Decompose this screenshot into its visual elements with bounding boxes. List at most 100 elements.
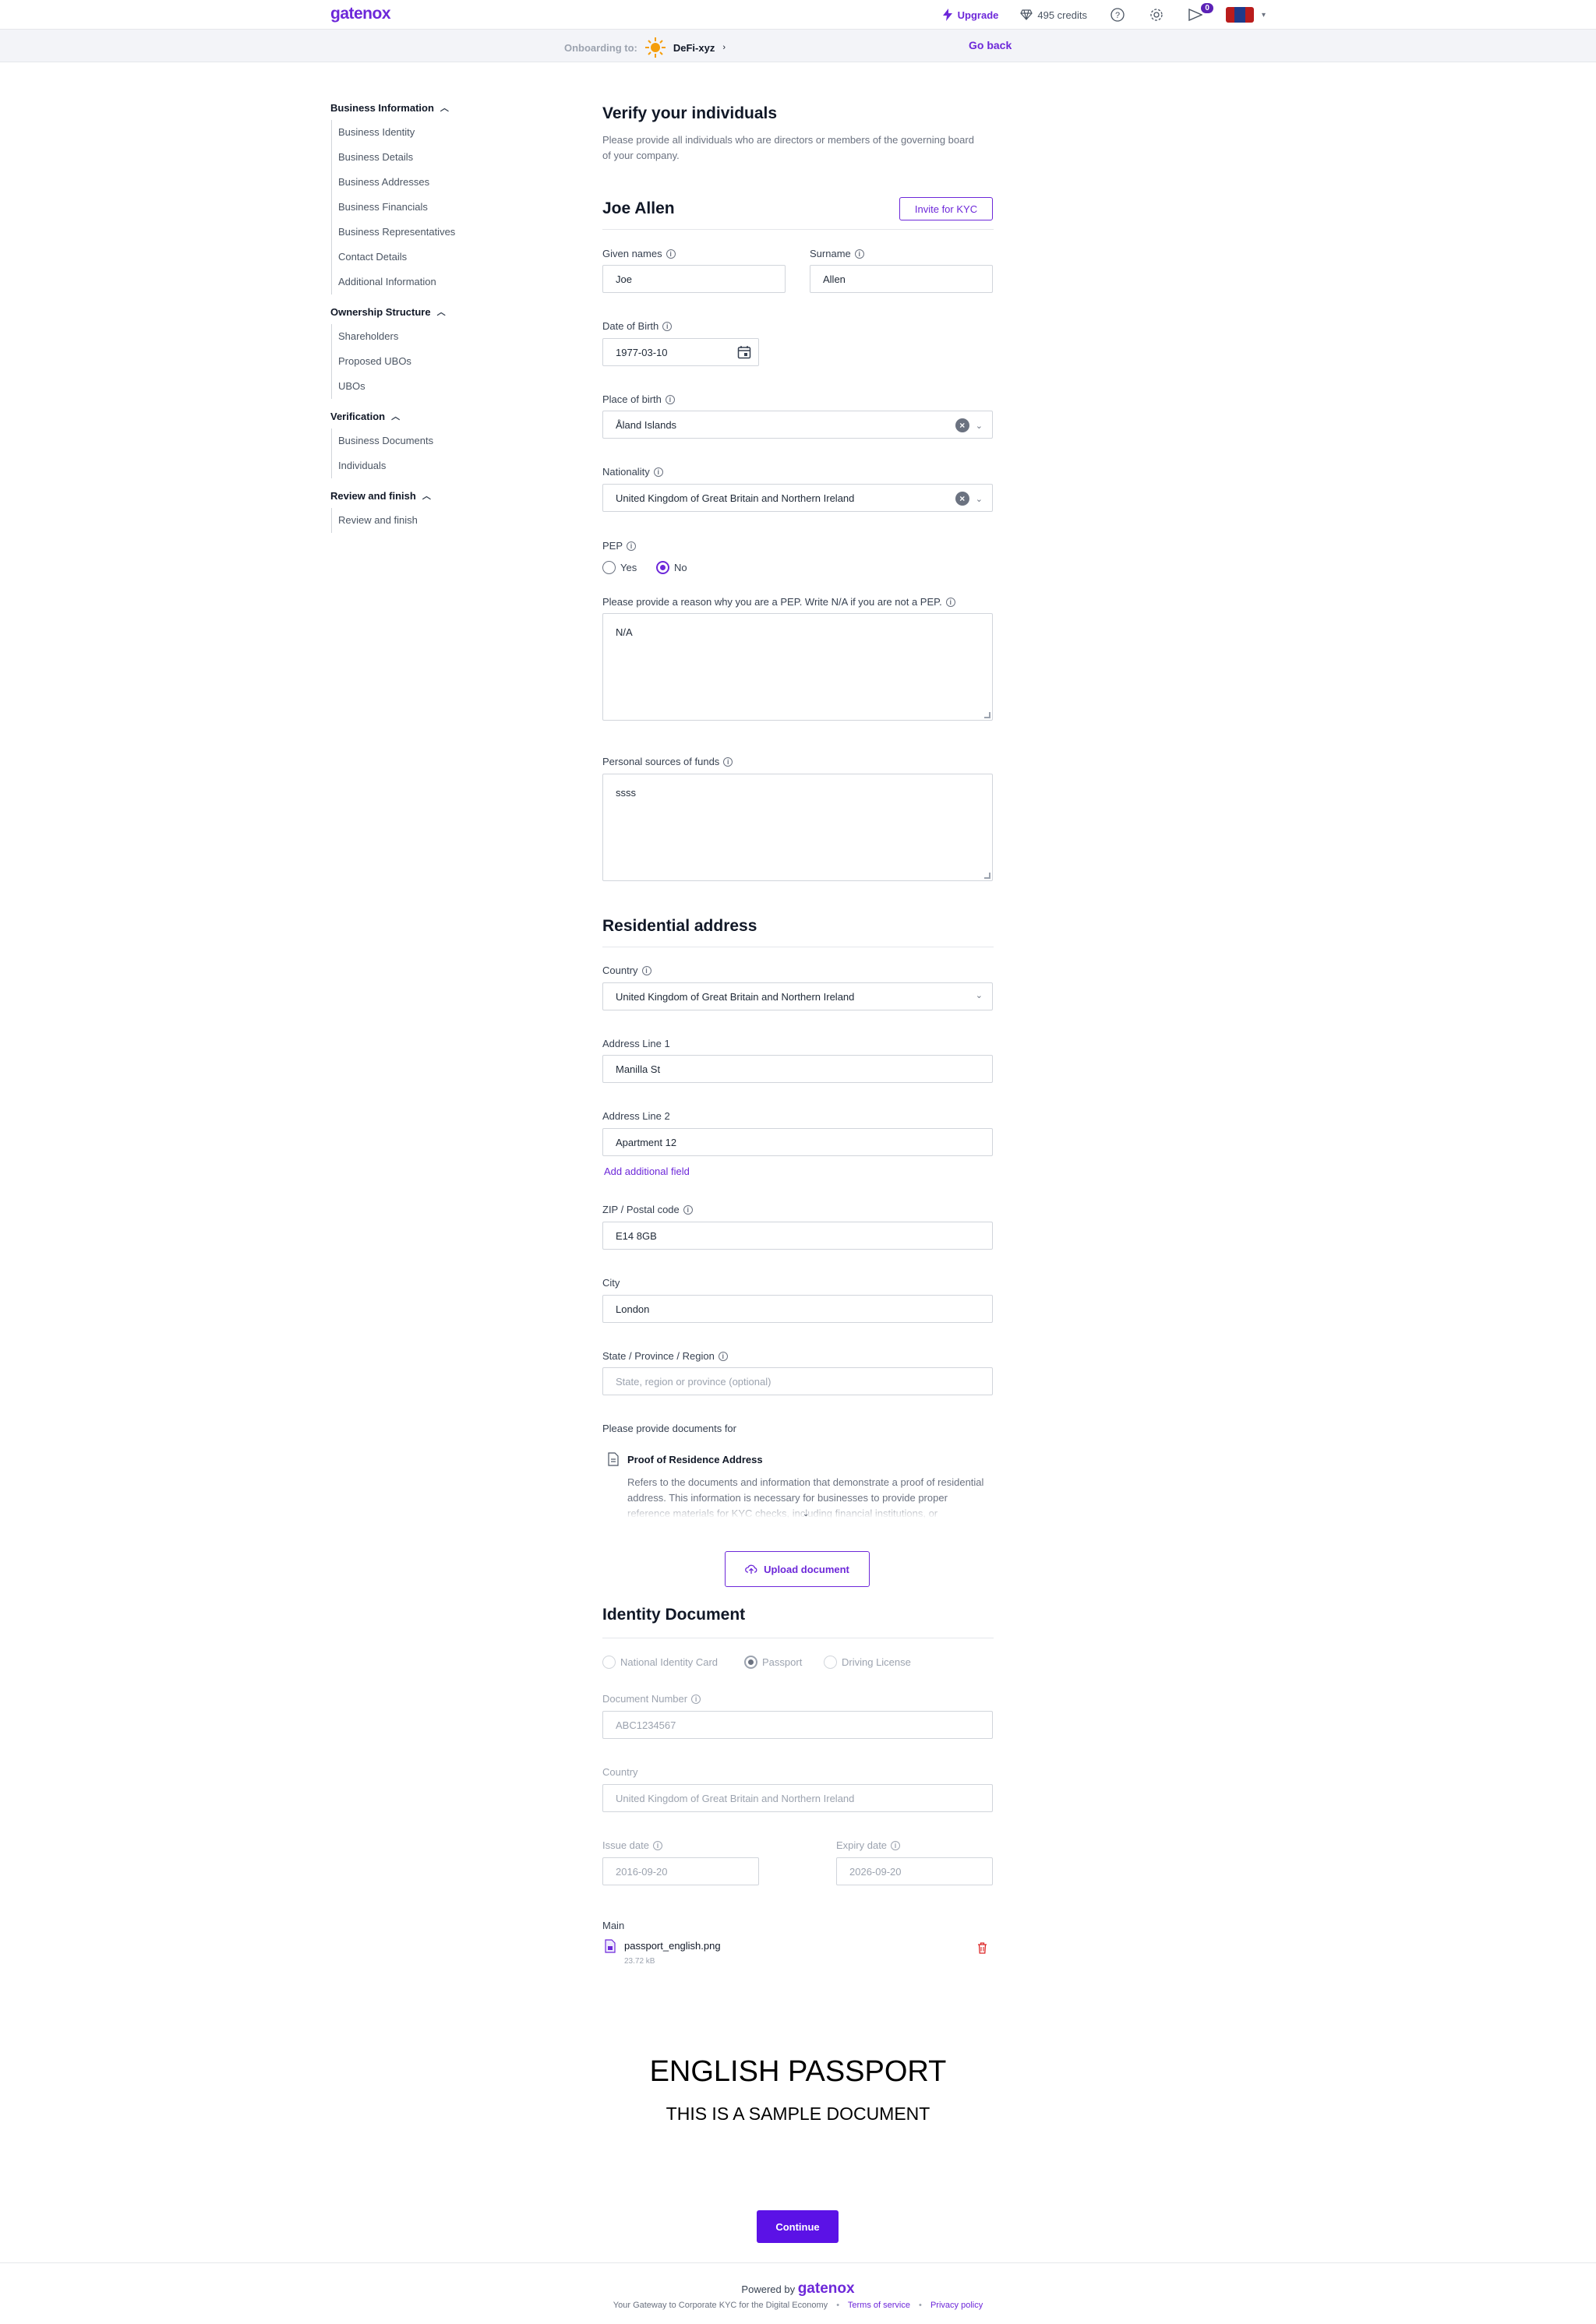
nationality-select[interactable]: United Kingdom of Great Britain and Nort… bbox=[602, 484, 993, 512]
state-input[interactable]: State, region or province (optional) bbox=[602, 1367, 993, 1395]
chevron-down-icon[interactable]: ⌄ bbox=[976, 421, 983, 431]
info-icon[interactable]: i bbox=[945, 597, 955, 607]
gear-icon[interactable] bbox=[1148, 6, 1165, 23]
file-name[interactable]: passport_english.png bbox=[624, 1940, 721, 1952]
clear-icon[interactable]: × bbox=[955, 418, 969, 432]
sidebar-item-ubos[interactable]: UBOs bbox=[332, 374, 517, 399]
continue-button[interactable]: Continue bbox=[757, 2210, 839, 2243]
pob-select[interactable]: Åland Islands × ⌄ bbox=[602, 411, 993, 439]
info-icon[interactable]: i bbox=[718, 1351, 728, 1361]
chevron-down-icon[interactable]: ▾ bbox=[1262, 11, 1266, 19]
info-icon[interactable]: i bbox=[854, 249, 864, 259]
info-icon[interactable]: i bbox=[665, 394, 675, 404]
upgrade-button[interactable]: Upgrade bbox=[942, 9, 998, 21]
separator-dot: • bbox=[919, 2301, 922, 2310]
add-additional-field-link[interactable]: Add additional field bbox=[604, 1166, 690, 1177]
funds-label-text: Personal sources of funds bbox=[602, 756, 720, 767]
info-icon[interactable]: i bbox=[662, 321, 673, 331]
trash-icon[interactable] bbox=[977, 1942, 987, 1954]
radio-button[interactable] bbox=[656, 561, 669, 574]
address-line2-input[interactable]: Apartment 12 bbox=[602, 1128, 993, 1156]
info-icon[interactable]: i bbox=[723, 756, 733, 767]
info-icon[interactable]: i bbox=[653, 1840, 662, 1850]
gatenox-logo[interactable]: gatenox bbox=[330, 5, 391, 23]
chevron-down-icon[interactable]: ⌄ bbox=[976, 494, 983, 504]
dob-input[interactable]: 1977-03-10 bbox=[602, 338, 759, 366]
sidebar-item-individuals[interactable]: Individuals bbox=[332, 453, 517, 478]
sidebar-item-proposed-ubos[interactable]: Proposed UBOs bbox=[332, 349, 517, 374]
upload-document-label: Upload document bbox=[764, 1563, 849, 1575]
info-icon[interactable]: i bbox=[691, 1694, 701, 1704]
sidebar-item-review-and-finish[interactable]: Review and finish bbox=[332, 508, 517, 533]
info-icon[interactable]: i bbox=[891, 1840, 901, 1850]
company-name[interactable]: DeFi-xyz bbox=[673, 42, 715, 54]
document-number-input[interactable]: ABC1234567 bbox=[602, 1711, 993, 1739]
expand-chevron-icon[interactable]: ⌄ bbox=[803, 1510, 809, 1518]
calendar-icon[interactable] bbox=[737, 345, 751, 359]
radio-button[interactable] bbox=[602, 561, 616, 574]
sidebar-item-business-financials[interactable]: Business Financials bbox=[332, 195, 517, 220]
onboarding-bar: Onboarding to: DeFi-xyz › bbox=[0, 30, 1596, 62]
terms-of-service-link[interactable]: Terms of service bbox=[848, 2301, 910, 2310]
surname-input[interactable]: Allen bbox=[810, 265, 993, 293]
national-id-radio[interactable]: National Identity Card bbox=[602, 1656, 718, 1669]
given-names-input[interactable]: Joe bbox=[602, 265, 786, 293]
proof-of-residence-title: Proof of Residence Address bbox=[627, 1454, 763, 1465]
identity-country-input[interactable]: United Kingdom of Great Britain and Nort… bbox=[602, 1784, 993, 1812]
invite-for-kyc-button[interactable]: Invite for KYC bbox=[899, 197, 993, 220]
main-file-label: Main bbox=[602, 1920, 625, 1931]
svg-text:?: ? bbox=[1115, 11, 1120, 20]
nav-group-title[interactable]: Review and finish ︿ bbox=[330, 488, 517, 503]
info-icon[interactable]: i bbox=[666, 249, 676, 259]
pep-reason-textarea[interactable]: N/A bbox=[602, 613, 993, 721]
address-line1-label: Address Line 1 bbox=[602, 1038, 670, 1049]
expiry-date-input[interactable]: 2026-09-20 bbox=[836, 1857, 993, 1885]
upload-document-button[interactable]: Upload document bbox=[725, 1551, 870, 1587]
sidebar-item-business-identity[interactable]: Business Identity bbox=[332, 120, 517, 145]
info-icon[interactable]: i bbox=[653, 467, 663, 477]
radio-button[interactable] bbox=[744, 1656, 757, 1669]
avatar[interactable] bbox=[1225, 7, 1254, 23]
privacy-policy-link[interactable]: Privacy policy bbox=[930, 2301, 983, 2310]
sidebar-item-contact-details[interactable]: Contact Details bbox=[332, 245, 517, 270]
info-icon[interactable]: i bbox=[683, 1204, 693, 1215]
address-line1-input[interactable]: Manilla St bbox=[602, 1055, 993, 1083]
sidebar-item-business-documents[interactable]: Business Documents bbox=[332, 428, 517, 453]
nav-group-title[interactable]: Business Information ︿ bbox=[330, 100, 517, 115]
zip-input[interactable]: E14 8GB bbox=[602, 1222, 993, 1250]
sidebar-item-shareholders[interactable]: Shareholders bbox=[332, 324, 517, 349]
radio-button[interactable] bbox=[824, 1656, 837, 1669]
address-country-select[interactable]: United Kingdom of Great Britain and Nort… bbox=[602, 982, 993, 1010]
nav-group-title[interactable]: Ownership Structure ︿ bbox=[330, 304, 517, 319]
resize-handle[interactable] bbox=[984, 873, 990, 879]
info-icon[interactable]: i bbox=[627, 541, 637, 551]
help-icon[interactable]: ? bbox=[1109, 6, 1126, 23]
notifications-icon[interactable]: 0 bbox=[1187, 3, 1213, 23]
sidebar-item-business-addresses[interactable]: Business Addresses bbox=[332, 170, 517, 195]
pep-no-radio[interactable]: No bbox=[656, 561, 687, 574]
header-actions: Upgrade 495 credits ? 0 ▾ bbox=[942, 3, 1266, 25]
sidebar-item-additional-information[interactable]: Additional Information bbox=[332, 270, 517, 294]
page-description: Please provide all individuals who are d… bbox=[602, 134, 974, 161]
resize-handle[interactable] bbox=[984, 712, 990, 718]
sidebar-item-business-representatives[interactable]: Business Representatives bbox=[332, 220, 517, 245]
chevron-down-icon[interactable]: ⌄ bbox=[976, 990, 983, 1000]
credits-indicator[interactable]: 495 credits bbox=[1020, 9, 1087, 21]
radio-button[interactable] bbox=[602, 1656, 616, 1669]
info-icon[interactable]: i bbox=[641, 965, 651, 975]
go-back-link[interactable]: Go back bbox=[969, 39, 1012, 51]
pep-label: PEP i bbox=[602, 540, 637, 552]
sidebar-item-business-details[interactable]: Business Details bbox=[332, 145, 517, 170]
funds-textarea[interactable]: ssss bbox=[602, 774, 993, 881]
image-file-icon bbox=[605, 1939, 616, 1953]
city-input[interactable]: London bbox=[602, 1295, 993, 1323]
chevron-right-icon[interactable]: › bbox=[722, 43, 726, 52]
nav-group-title[interactable]: Verification ︿ bbox=[330, 408, 517, 424]
driving-license-radio[interactable]: Driving License bbox=[824, 1656, 911, 1669]
clear-icon[interactable]: × bbox=[955, 492, 969, 506]
pep-yes-radio[interactable]: Yes bbox=[602, 561, 637, 574]
issue-date-input[interactable]: 2016-09-20 bbox=[602, 1857, 759, 1885]
document-icon bbox=[608, 1452, 619, 1466]
passport-radio[interactable]: Passport bbox=[744, 1656, 802, 1669]
footer-logo[interactable]: gatenox bbox=[798, 2280, 855, 2297]
